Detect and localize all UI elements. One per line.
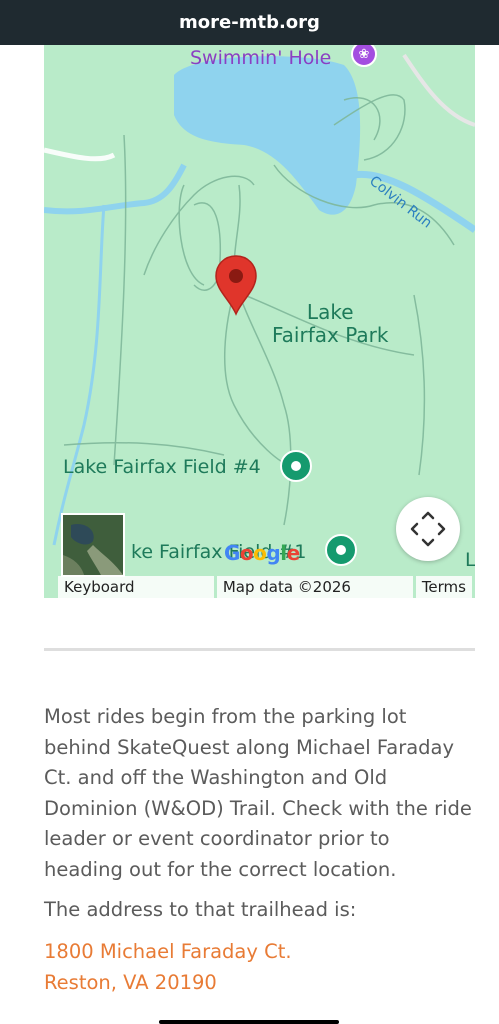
recenter-icon[interactable] [396,497,460,561]
google-logo: Google [224,541,300,565]
location-pin-icon[interactable] [214,254,258,316]
label-edge: L [465,549,475,571]
park-label-line1: Lake [306,300,354,324]
poi-icon[interactable] [325,534,357,566]
satellite-thumbnail[interactable] [61,513,125,577]
address-line-1[interactable]: 1800 Michael Faraday Ct. [44,936,474,967]
label-field-4[interactable]: Lake Fairfax Field #4 [63,456,261,478]
address-intro: The address to that trailhead is: [44,898,357,921]
map-attribution: Keyboard shortcuts Map data ©2026 Google… [44,576,475,598]
keyboard-shortcuts-link[interactable]: Keyboard shortcuts [58,576,214,598]
divider [44,648,475,651]
label-swimming-hole[interactable]: Swimmin' Hole [190,47,331,69]
home-indicator [159,1020,339,1024]
ride-info-paragraph: Most rides begin from the parking lot be… [44,705,472,881]
label-lake-fairfax-park[interactable]: Lake Fairfax Park [272,301,388,347]
terms-link[interactable]: Terms [415,576,472,598]
poi-icon[interactable] [280,450,312,482]
map-embed[interactable]: Swimmin' Hole ❀ Colvin Run Lake Fairfax … [44,45,475,598]
content-section: Most rides begin from the parking lot be… [44,702,474,998]
address-line-2[interactable]: Reston, VA 20190 [44,967,474,998]
address-link[interactable]: 1800 Michael Faraday Ct. Reston, VA 2019… [44,936,474,998]
browser-url-bar[interactable]: more-mtb.org [0,0,499,45]
url-text: more-mtb.org [179,12,320,33]
map-data-text: Map data ©2026 Google [216,576,413,598]
park-label-line2: Fairfax Park [272,323,389,347]
